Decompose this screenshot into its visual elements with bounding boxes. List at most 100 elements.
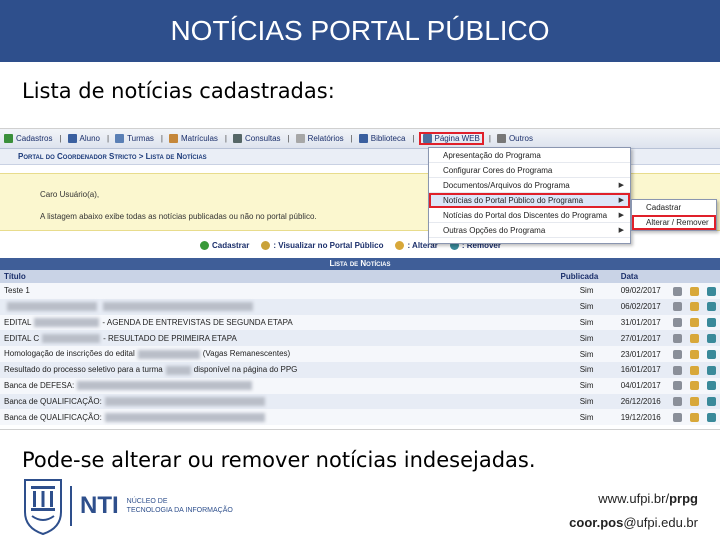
edit-icon[interactable] (689, 349, 699, 359)
news-title-text: Banca de QUALIFICAÇÃO: (4, 412, 102, 422)
table-row: Sim 06/02/2017 (0, 298, 720, 315)
user-add-icon (4, 134, 13, 143)
menu-item-7[interactable]: Página WEB (418, 132, 484, 145)
news-title-text: - AGENDA DE ENTREVISTAS DE SEGUNDA ETAPA (102, 317, 293, 327)
edit-icon[interactable] (689, 286, 699, 296)
sigaa-screenshot: Cadastros | Aluno | Turmas | Matrículas | Consul… (0, 128, 720, 430)
pencil-icon (395, 240, 405, 250)
email-suffix: @ufpi.edu.br (623, 515, 698, 530)
header-date: Data (616, 270, 669, 283)
top-menubar: Cadastros | Aluno | Turmas | Matrículas | Consul… (0, 129, 720, 149)
news-title: EDITAL C - RESULTADO DE PRIMEIRA ETAPA (0, 330, 557, 347)
table-row: Teste 1 Sim 09/02/2017 (0, 283, 720, 299)
remove-icon[interactable] (706, 349, 716, 359)
redacted-text (104, 397, 265, 407)
menu-item-8[interactable]: Outros (496, 134, 533, 143)
other-icon (496, 134, 506, 143)
remove-icon[interactable] (706, 397, 716, 407)
menu-item-0[interactable]: Cadastros (4, 134, 52, 143)
news-title (0, 298, 557, 315)
report-icon (295, 134, 305, 143)
header-title: Título (0, 270, 557, 283)
remove-icon[interactable] (706, 286, 716, 296)
menu-item-1[interactable]: Aluno (67, 134, 100, 143)
noticias-submenu: Cadastrar Alterar / Remover (631, 199, 717, 231)
published-status: Sim (556, 283, 617, 299)
magnifier-icon (261, 240, 271, 250)
menu-item-6[interactable]: Biblioteca (358, 134, 405, 143)
dropdown-item-4[interactable]: Notícias do Portal dos Discentes do Prog… (429, 208, 630, 223)
submenu-arrow-icon: ▶ (618, 212, 624, 219)
edit-icon[interactable] (689, 412, 699, 422)
menu-item-label: Consultas (244, 134, 281, 143)
register-action-label: Cadastrar (212, 240, 250, 250)
menu-separator: | (107, 134, 110, 143)
enrollment-icon (169, 134, 178, 143)
view-icon[interactable] (672, 302, 682, 312)
table-row: EDITAL - AGENDA DE ENTREVISTAS DE SEGUNDA… (0, 314, 720, 331)
remove-icon[interactable] (706, 302, 716, 312)
menu-separator: | (488, 134, 491, 143)
news-title: Homologação de inscrições do edital (Vaga… (0, 346, 557, 362)
menu-item-3[interactable]: Matrículas (169, 134, 218, 143)
news-table: Título Publicada Data Teste 1 Sim 09/02/20… (0, 270, 720, 426)
edit-icon[interactable] (689, 302, 699, 312)
view-icon[interactable] (672, 286, 682, 296)
dropdown-item-label: Documentos/Arquivos do Programa (443, 181, 570, 190)
email-bold: coor.pos (569, 515, 624, 530)
register-action[interactable]: Cadastrar (200, 240, 250, 250)
edit-icon[interactable] (689, 397, 699, 407)
redacted-text (137, 349, 200, 359)
menu-separator: | (59, 134, 62, 143)
menu-item-label: Cadastros (16, 134, 53, 143)
dropdown-item-0[interactable]: Apresentação do Programa (429, 148, 630, 163)
redacted-text (165, 365, 191, 375)
dropdown-item-label: Notícias do Portal dos Discentes do Prog… (443, 211, 608, 220)
menu-item-4[interactable]: Consultas (232, 134, 281, 143)
remove-icon[interactable] (706, 333, 716, 343)
menu-separator: | (160, 134, 163, 143)
remove-icon[interactable] (706, 318, 716, 328)
remove-icon[interactable] (706, 365, 716, 375)
view-icon[interactable] (672, 412, 682, 422)
news-date: 19/12/2016 (616, 409, 669, 426)
news-title: Banca de QUALIFICAÇÃO: (0, 393, 557, 410)
news-title-text: Teste 1 (4, 286, 30, 296)
redacted-text (77, 381, 253, 391)
news-title-text: EDITAL (4, 317, 32, 327)
remove-icon[interactable] (706, 412, 716, 422)
edit-icon[interactable] (689, 365, 699, 375)
redacted-text (7, 302, 97, 312)
submenu-item-0[interactable]: Cadastrar (632, 200, 716, 215)
site-prefix: www.ufpi.br/ (598, 491, 670, 506)
view-icon[interactable] (672, 333, 682, 343)
dropdown-item-5[interactable]: Outras Opções do Programa ▶ (429, 223, 630, 238)
view-icon[interactable] (672, 349, 682, 359)
news-date: 31/01/2017 (616, 314, 669, 331)
email-link[interactable]: coor.pos@ufpi.edu.br (569, 511, 698, 535)
view-icon[interactable] (672, 381, 682, 391)
remove-icon[interactable] (706, 381, 716, 391)
view-icon[interactable] (672, 318, 682, 328)
site-link[interactable]: www.ufpi.br/prpg (569, 487, 698, 511)
menu-item-label: Relatórios (307, 134, 344, 143)
news-date: 09/02/2017 (616, 283, 669, 299)
menu-item-2[interactable]: Turmas (115, 134, 154, 143)
dropdown-item-2[interactable]: Documentos/Arquivos do Programa ▶ (429, 178, 630, 193)
edit-icon[interactable] (689, 333, 699, 343)
news-title-text: EDITAL C (4, 333, 40, 343)
dropdown-item-label: Outras Opções do Programa (443, 226, 546, 235)
submenu-item-1[interactable]: Alterar / Remover (632, 215, 716, 230)
view-icon[interactable] (672, 365, 682, 375)
table-row: EDITAL C - RESULTADO DE PRIMEIRA ETAPA Sim… (0, 330, 720, 347)
edit-icon[interactable] (689, 318, 699, 328)
header-published: Publicada (556, 270, 617, 283)
dropdown-item-3[interactable]: Notícias do Portal Público do Programa ▶ (429, 193, 630, 208)
news-date: 06/02/2017 (616, 298, 669, 315)
menu-item-5[interactable]: Relatórios (295, 134, 344, 143)
dropdown-item-1[interactable]: Configurar Cores do Programa (429, 163, 630, 178)
edit-icon[interactable] (689, 381, 699, 391)
published-status: Sim (556, 393, 617, 410)
library-icon (358, 134, 368, 143)
view-icon[interactable] (672, 397, 682, 407)
